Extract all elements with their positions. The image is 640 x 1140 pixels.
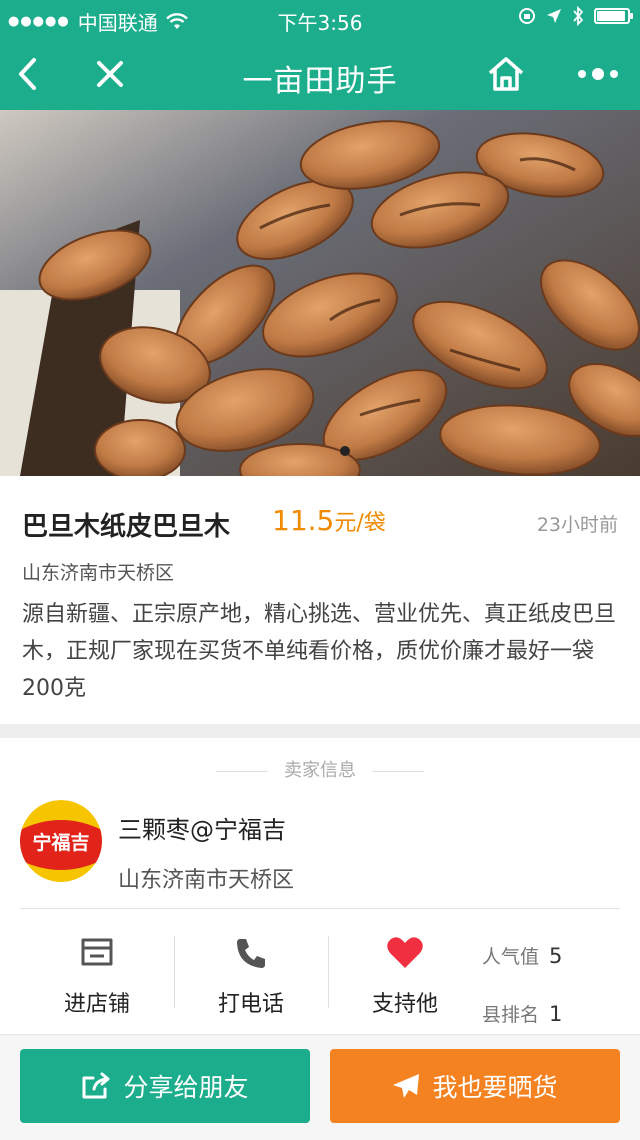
- more-icon[interactable]: [576, 54, 620, 94]
- price-unit: 元/袋: [334, 511, 386, 536]
- post-label: 我也要晒货: [432, 1073, 558, 1102]
- send-icon: [393, 1074, 420, 1098]
- popularity-stat: 人气值 5: [482, 942, 562, 969]
- status-bar: ●●●●● 中国联通 下午3:56: [0, 0, 640, 38]
- section-divider: [0, 724, 640, 738]
- phone-icon: [174, 936, 328, 970]
- price-value: 11.5: [272, 504, 335, 537]
- page-title: 一亩田助手: [242, 64, 398, 99]
- product-price: 11.5元/袋: [272, 504, 386, 537]
- avatar-logo-text: 宁福吉: [32, 832, 90, 854]
- seller-title-text: 卖家信息: [284, 760, 356, 781]
- rotation-lock-icon: [519, 8, 535, 24]
- carousel-indicator: [340, 446, 350, 456]
- store-label: 进店铺: [63, 992, 130, 1017]
- post-button[interactable]: 我也要晒货: [330, 1049, 620, 1123]
- bluetooth-icon: [573, 6, 584, 26]
- seller-location: 山东济南市天桥区: [118, 868, 295, 893]
- bottom-bar: 分享给朋友 我也要晒货: [0, 1034, 640, 1140]
- product-info: 巴旦木纸皮巴旦木 11.5元/袋 23小时前 山东济南市天桥区 源自新疆、正宗原…: [0, 476, 640, 724]
- support-button[interactable]: 支持他: [328, 910, 482, 1030]
- share-label: 分享给朋友: [123, 1073, 249, 1102]
- call-button[interactable]: 打电话: [174, 910, 328, 1030]
- popularity-label: 人气值: [482, 946, 540, 968]
- product-image[interactable]: [0, 110, 640, 476]
- rank-stat: 县排名 1: [482, 1000, 562, 1027]
- heart-icon: [328, 936, 482, 970]
- rank-label: 县排名: [482, 1004, 540, 1026]
- rank-value: 1: [549, 1002, 563, 1026]
- status-icons: [518, 6, 633, 26]
- title-line-right: [372, 770, 424, 772]
- location-icon: [547, 9, 561, 23]
- store-button[interactable]: 进店铺: [20, 910, 174, 1030]
- posted-time: 23小时前: [536, 514, 618, 536]
- popularity-value: 5: [549, 944, 563, 968]
- avatar[interactable]: 宁福吉: [20, 800, 102, 882]
- title-line-left: [216, 770, 268, 772]
- store-icon: [20, 936, 174, 968]
- product-description: 源自新疆、正宗原产地，精心挑选、营业优先、真正纸皮巴旦木，正规厂家现在买货不单纯…: [22, 602, 617, 701]
- battery-icon: [594, 8, 633, 24]
- support-label: 支持他: [371, 992, 438, 1017]
- share-button[interactable]: 分享给朋友: [20, 1049, 310, 1123]
- product-location: 山东济南市天桥区: [22, 562, 175, 584]
- nav-bar: 一亩田助手: [0, 38, 640, 110]
- seller-name[interactable]: 三颗枣@宁福吉: [118, 810, 286, 845]
- share-icon: [82, 1072, 110, 1099]
- divider: [20, 908, 620, 909]
- product-name: 巴旦木纸皮巴旦木: [22, 512, 231, 542]
- seller-section-title: 卖家信息: [0, 756, 640, 782]
- home-icon[interactable]: [486, 54, 526, 94]
- call-label: 打电话: [217, 992, 284, 1017]
